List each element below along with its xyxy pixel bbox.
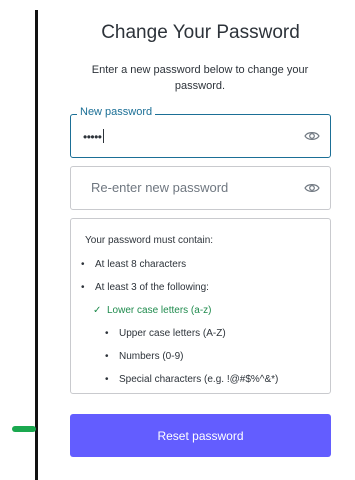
requirement-text: Numbers (0-9) bbox=[119, 351, 184, 362]
requirement-item: ✓ Lower case letters (a-z) bbox=[93, 305, 211, 316]
left-divider bbox=[35, 10, 38, 480]
bullet-icon: • bbox=[81, 282, 85, 293]
text-caret bbox=[102, 129, 104, 143]
requirement-item: • At least 3 of the following: bbox=[81, 282, 209, 293]
requirement-text: At least 3 of the following: bbox=[95, 282, 209, 293]
new-password-field[interactable]: New password ••••• bbox=[70, 106, 331, 158]
requirement-text: At least 8 characters bbox=[95, 259, 187, 270]
confirm-password-placeholder: Re-enter new password bbox=[91, 180, 229, 195]
reset-password-button[interactable]: Reset password bbox=[70, 414, 331, 457]
bullet-icon: • bbox=[105, 328, 109, 339]
password-requirements: Your password must contain: • At least 8 … bbox=[70, 218, 331, 394]
requirements-heading: Your password must contain: bbox=[85, 235, 214, 246]
bullet-icon: • bbox=[81, 259, 85, 270]
requirement-item: • At least 8 characters bbox=[81, 259, 186, 270]
progress-marker bbox=[12, 426, 36, 432]
requirement-item: • Upper case letters (A-Z) bbox=[105, 328, 226, 339]
new-password-dots: ••••• bbox=[83, 130, 102, 144]
new-password-label: New password bbox=[77, 106, 156, 118]
page-subtitle: Enter a new password below to change you… bbox=[91, 64, 309, 92]
new-password-value: ••••• bbox=[83, 129, 104, 144]
checkmark-icon: ✓ bbox=[93, 305, 102, 316]
requirement-text: Lower case letters (a-z) bbox=[107, 305, 212, 316]
confirm-password-field[interactable]: Re-enter new password bbox=[70, 166, 331, 210]
requirement-item: • Numbers (0-9) bbox=[105, 351, 183, 362]
requirement-text: Upper case letters (A-Z) bbox=[119, 328, 226, 339]
requirement-text: Special characters (e.g. !@#$%^&*) bbox=[119, 374, 279, 385]
eye-icon[interactable] bbox=[304, 181, 320, 195]
bullet-icon: • bbox=[105, 351, 109, 362]
requirement-item: • Special characters (e.g. !@#$%^&*) bbox=[105, 374, 278, 385]
bullet-icon: • bbox=[105, 374, 109, 385]
eye-icon[interactable] bbox=[304, 129, 320, 143]
page-title: Change Your Password bbox=[101, 22, 300, 43]
